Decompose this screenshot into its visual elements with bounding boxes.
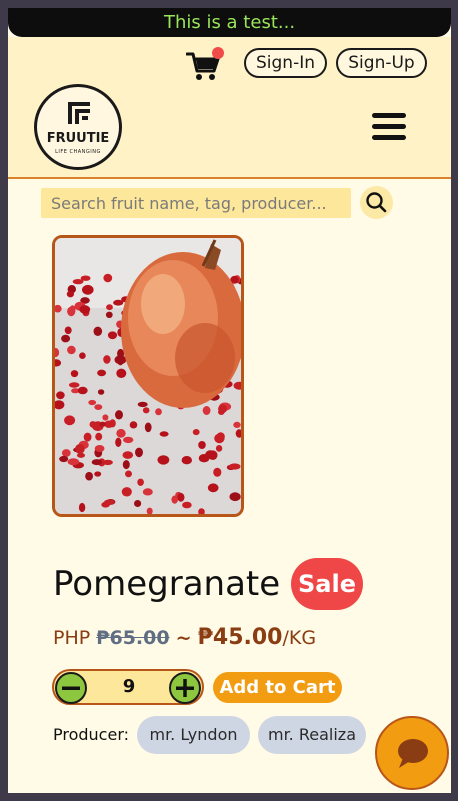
hamburger-line (372, 124, 406, 129)
producer-chip[interactable]: mr. Realiza (258, 716, 366, 754)
hamburger-line (372, 135, 406, 140)
fruutie-logo[interactable]: FRUUTIE LIFE CHANGING (34, 84, 122, 170)
product-title: Pomegranate (53, 564, 281, 604)
sale-price: ₱45.00 (197, 625, 283, 650)
search-button[interactable] (360, 186, 393, 219)
currency-label: PHP (53, 627, 91, 649)
logo-name: FRUUTIE (46, 131, 110, 146)
quantity-stepper: 9 (52, 669, 204, 705)
search-icon (366, 192, 387, 213)
site-header: Sign-In Sign-Up FRUUTIE LIFE CHANGING (8, 37, 451, 179)
price-separator: ~ (175, 627, 192, 649)
price-row: PHP ₱65.00 ~ ₱45.00/KG (53, 625, 316, 650)
hamburger-menu-icon[interactable] (372, 113, 406, 141)
decrease-quantity-button[interactable] (55, 672, 87, 704)
chat-button[interactable] (375, 716, 449, 790)
increase-quantity-button[interactable] (169, 672, 201, 704)
add-to-cart-button[interactable]: Add to Cart (213, 672, 342, 703)
plus-icon (176, 679, 194, 697)
hamburger-line (372, 113, 406, 118)
product-image (52, 235, 244, 517)
pomegranate-photo (55, 238, 241, 514)
logo-tagline: LIFE CHANGING (55, 149, 101, 155)
logo-f-icon (68, 102, 90, 124)
producer-label: Producer: (53, 725, 130, 744)
search-bar (41, 188, 351, 218)
quantity-value[interactable]: 9 (94, 671, 164, 703)
sign-up-button[interactable]: Sign-Up (336, 48, 427, 78)
old-price: ₱65.00 (96, 627, 170, 649)
chat-bubble-icon (398, 739, 428, 768)
cart-notification-dot (212, 47, 224, 59)
search-input[interactable] (41, 188, 351, 218)
minus-icon (62, 686, 80, 690)
sign-in-button[interactable]: Sign-In (244, 48, 327, 78)
sale-badge: Sale (291, 558, 363, 610)
producer-chip[interactable]: mr. Lyndon (137, 716, 250, 754)
test-banner: This is a test... (8, 8, 451, 37)
price-unit: /KG (282, 627, 317, 649)
page-frame: This is a test... Sign-In Sign-Up FRUUTI… (8, 8, 451, 793)
